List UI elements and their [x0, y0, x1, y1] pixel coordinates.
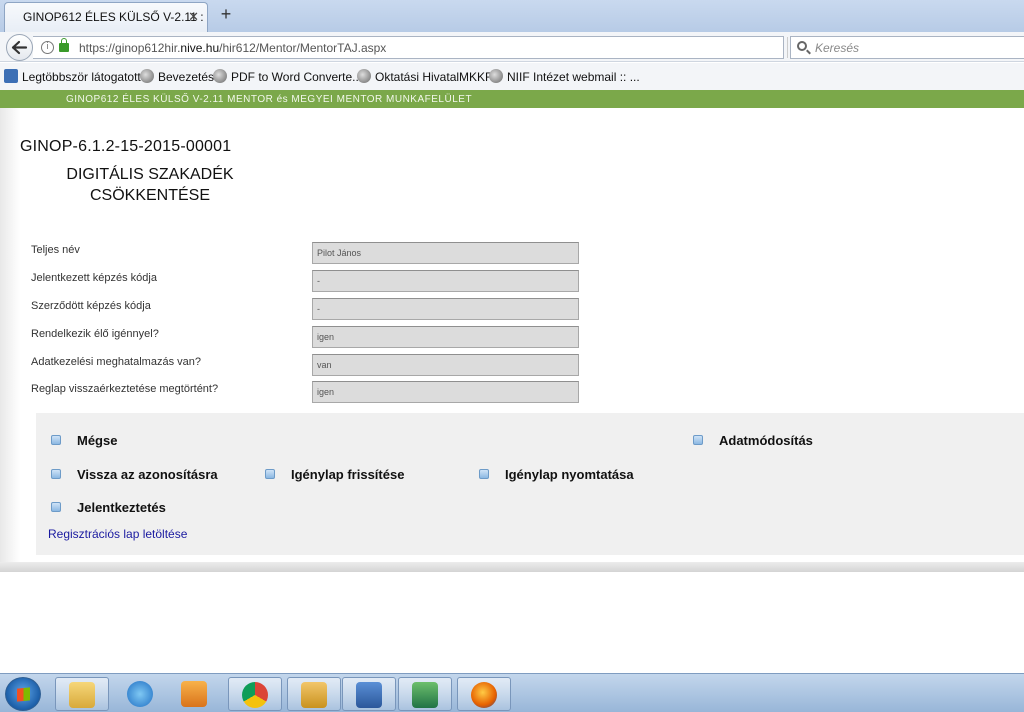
bookmark-item[interactable]: Legtöbbször látogatott [22, 70, 141, 84]
ie-logo-icon [127, 681, 153, 707]
globe-icon [357, 69, 371, 83]
bullet-icon [51, 502, 61, 512]
url-host: nive.hu [180, 41, 220, 55]
chrome-logo-icon [242, 682, 268, 708]
chrome-icon[interactable] [228, 677, 282, 711]
cancel-button[interactable]: Mégse [77, 433, 117, 448]
field-label-data-authorization: Adatkezelési meghatalmazás van? [31, 356, 201, 368]
new-tab-button[interactable]: + [216, 4, 236, 24]
back-to-identification-button[interactable]: Vissza az azonosításra [77, 467, 218, 482]
url-divider [787, 37, 788, 58]
bullet-icon [51, 435, 61, 445]
globe-icon [489, 69, 503, 83]
outlook-icon[interactable] [287, 677, 341, 711]
app-header-bar: GINOP612 ÉLES KÜLSŐ V-2.11 MENTOR és MEG… [0, 90, 1024, 108]
outlook-logo-icon [301, 682, 327, 708]
back-button[interactable] [6, 34, 33, 61]
bookmark-item[interactable]: Oktatási HivatalMKKR [375, 70, 494, 84]
address-bar[interactable]: i https://ginop612hir.nive.hu/hir612/Men… [33, 36, 806, 59]
word-icon[interactable] [342, 677, 396, 711]
search-input[interactable]: Keresés [790, 36, 1024, 59]
bookmark-item[interactable]: Bevezetés [158, 70, 214, 84]
browser-tab-bar: GINOP612 ÉLES KÜLSŐ V-2.11 : ... ✕ + [0, 0, 1024, 32]
bookmark-page-icon [4, 69, 18, 83]
search-placeholder: Keresés [815, 41, 860, 55]
globe-icon [140, 69, 154, 83]
form-returned-field: igen [312, 381, 579, 403]
info-icon[interactable]: i [41, 41, 54, 54]
windows-taskbar [0, 673, 1024, 712]
field-label-contracted-course: Szerződött képzés kódja [31, 300, 151, 312]
modify-data-button[interactable]: Adatmódosítás [719, 433, 813, 448]
field-label-active-claim: Rendelkezik élő igénnyel? [31, 328, 159, 340]
bullet-icon [265, 469, 275, 479]
print-claim-button[interactable]: Igénylap nyomtatása [505, 467, 634, 482]
app-header-title: GINOP612 ÉLES KÜLSŐ V-2.11 MENTOR és MEG… [66, 94, 473, 105]
page-bottom-edge [0, 562, 1024, 572]
field-label-form-returned: Reglap visszaérkeztetése megtörtént? [31, 383, 219, 395]
start-orb-icon[interactable] [5, 677, 41, 711]
refresh-claim-button[interactable]: Igénylap frissítése [291, 467, 404, 482]
data-authorization-field: van [312, 354, 579, 376]
project-title: DIGITÁLIS SZAKADÉK CSÖKKENTÉSE [66, 166, 234, 204]
active-claim-field: igen [312, 326, 579, 348]
firefox-logo-icon [471, 682, 497, 708]
full-name-field: Pilot János [312, 242, 579, 264]
media-player-logo-icon [181, 681, 207, 707]
excel-icon[interactable] [398, 677, 452, 711]
close-tab-icon[interactable]: ✕ [188, 9, 199, 25]
firefox-icon[interactable] [457, 677, 511, 711]
bullet-icon [479, 469, 489, 479]
bullet-icon [693, 435, 703, 445]
url-path: /hir612/Mentor/MentorTAJ.aspx [219, 41, 387, 55]
bullet-icon [51, 469, 61, 479]
project-id: GINOP-6.1.2-15-2015-00001 [20, 138, 232, 155]
folder-icon [69, 682, 95, 708]
word-logo-icon [356, 682, 382, 708]
register-button[interactable]: Jelentkeztetés [77, 500, 166, 515]
bookmarks-bar: Legtöbbször látogatott Bevezetés PDF to … [0, 63, 1024, 90]
explorer-icon[interactable] [55, 677, 109, 711]
excel-logo-icon [412, 682, 438, 708]
tab-title: GINOP612 ÉLES KÜLSŐ V-2.11 : ... [23, 10, 208, 24]
url-prefix: https://ginop612hir. [79, 41, 181, 55]
bookmark-item[interactable]: NIIF Intézet webmail :: ... [507, 70, 640, 84]
field-label-applied-course: Jelentkezett képzés kódja [31, 272, 157, 284]
contracted-course-field: - [312, 298, 579, 320]
search-icon [797, 41, 807, 51]
globe-icon [213, 69, 227, 83]
field-label-full-name: Teljes név [31, 244, 80, 256]
bookmark-item[interactable]: PDF to Word Converte... [231, 70, 362, 84]
back-arrow-icon [11, 40, 28, 55]
internet-explorer-icon[interactable] [114, 677, 168, 711]
media-player-icon[interactable] [168, 677, 222, 711]
browser-tab[interactable]: GINOP612 ÉLES KÜLSŐ V-2.11 : ... ✕ [4, 2, 208, 32]
lock-icon [59, 38, 69, 52]
applied-course-field: - [312, 270, 579, 292]
browser-nav-bar: i https://ginop612hir.nive.hu/hir612/Men… [0, 32, 1024, 62]
download-registration-link[interactable]: Regisztrációs lap letöltése [48, 527, 187, 541]
